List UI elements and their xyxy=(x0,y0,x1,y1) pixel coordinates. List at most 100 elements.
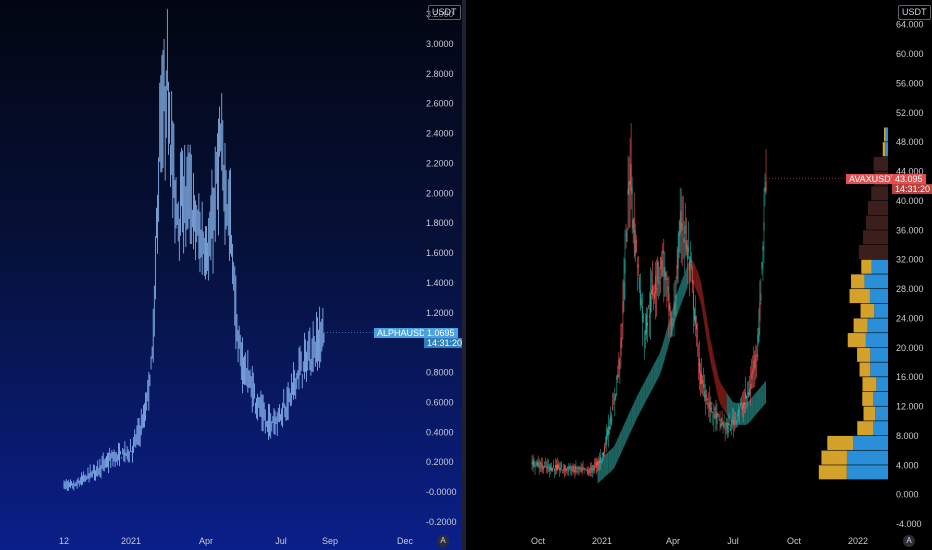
left-y-tick-label: 0.8000 xyxy=(426,368,454,378)
ribbon-segment xyxy=(757,387,761,413)
right-candle-body xyxy=(684,225,686,234)
right-auto-scale-button[interactable]: A xyxy=(903,535,915,547)
volume-profile-sell-bar xyxy=(857,347,871,362)
right-candle-body xyxy=(739,404,741,406)
volume-profile-buy-bar xyxy=(873,391,888,406)
right-candle-body xyxy=(552,466,554,468)
right-candle-body xyxy=(719,419,721,421)
ribbon-segment xyxy=(704,301,708,342)
right-candle-body xyxy=(610,416,612,425)
right-candle-body xyxy=(733,419,735,426)
right-candle-body xyxy=(759,302,761,322)
right-candle-body xyxy=(696,324,698,330)
right-candle-body xyxy=(749,388,751,395)
right-y-tick-label: 12.000 xyxy=(896,402,924,412)
left-auto-scale-button[interactable]: A xyxy=(437,535,449,547)
right-candle-body xyxy=(679,219,681,236)
right-candle-body xyxy=(583,468,585,469)
right-candle-body xyxy=(660,257,662,269)
right-candle-body xyxy=(711,402,713,405)
volume-profile-buy-bar xyxy=(873,421,888,436)
right-candle-body xyxy=(653,295,655,296)
right-candle-body xyxy=(602,452,604,455)
right-candle-body xyxy=(619,362,621,364)
right-candle-body xyxy=(665,273,667,276)
right-candle-body xyxy=(605,443,607,446)
volume-profile-sell-bar xyxy=(853,318,868,333)
volume-profile-sell-bar xyxy=(847,333,866,348)
right-candle-body xyxy=(683,237,685,243)
right-candle-body xyxy=(688,261,690,270)
right-candle-body xyxy=(743,402,745,409)
right-candle-body xyxy=(714,407,716,411)
right-candle-body xyxy=(573,470,575,473)
right-candle-body xyxy=(671,324,673,337)
volume-profile-sell-bar xyxy=(827,435,854,450)
right-candle-body xyxy=(615,393,617,397)
volume-profile-buy-bar xyxy=(846,465,888,480)
right-candle-body xyxy=(687,247,689,253)
right-candle-body xyxy=(650,293,652,314)
volume-profile-buy-bar xyxy=(865,333,888,348)
ribbon-segment xyxy=(763,380,766,407)
right-candle-body xyxy=(761,262,763,269)
ribbon-segment xyxy=(631,402,635,431)
volume-profile-sell-bar xyxy=(860,303,875,318)
volume-profile-buy-bar xyxy=(875,406,888,421)
ribbon-segment xyxy=(695,267,699,296)
ribbon-segment xyxy=(608,448,612,474)
right-candle-body xyxy=(591,465,593,472)
right-candle-body xyxy=(710,407,712,412)
ribbon-segment xyxy=(701,283,705,324)
ribbon-segment xyxy=(678,280,682,310)
right-candle-body xyxy=(642,317,644,319)
right-candle-body xyxy=(544,463,546,464)
right-x-tick-label: 2021 xyxy=(592,536,612,546)
left-chart-svg[interactable]: 3.20003.00002.80002.60002.40002.20002.00… xyxy=(0,0,462,550)
right-candle-body xyxy=(718,415,720,417)
volume-profile-sell-bar xyxy=(863,406,876,421)
ribbon-segment xyxy=(751,394,755,420)
right-candle-body xyxy=(699,358,701,373)
right-unit-tag[interactable]: USDT xyxy=(898,5,931,20)
right-candle-body xyxy=(625,234,627,236)
right-candle-body xyxy=(763,222,765,231)
left-chart-panel[interactable]: 3.2000 3.0000 2.8000 2.6000 2.4000 2.2000 2.00… xyxy=(0,0,462,550)
right-candle-body xyxy=(729,428,731,431)
volume-profile-sell-bar xyxy=(884,127,886,142)
right-candle-body xyxy=(663,267,665,277)
right-candle-body xyxy=(594,463,596,464)
right-candle-body xyxy=(764,187,766,192)
volume-profile-sell-bar xyxy=(862,391,874,406)
right-candle-body xyxy=(568,466,570,472)
right-candle-body xyxy=(651,289,653,294)
right-candle-body xyxy=(675,294,677,299)
right-chart-panel[interactable]: 64.000 60.000 56.000 52.000 48.000 44.000 40.0… xyxy=(466,0,932,550)
right-candle-body xyxy=(574,466,576,472)
right-y-tick-label: 40.000 xyxy=(896,196,924,206)
right-candle-body xyxy=(587,469,589,475)
right-candle-body xyxy=(581,468,583,473)
right-candle-body xyxy=(702,380,704,384)
volume-profile-buy-bar xyxy=(876,377,888,392)
volume-profile-sell-bar xyxy=(882,142,886,157)
right-candle-body xyxy=(593,465,595,470)
left-y-tick-label: 3.0000 xyxy=(426,39,454,49)
left-unit-tag[interactable]: USDT xyxy=(428,5,461,20)
right-candle-body xyxy=(578,466,580,470)
right-candle-body xyxy=(634,230,636,256)
right-candle-body xyxy=(572,465,574,470)
right-candle-body xyxy=(597,462,599,465)
right-candle-body xyxy=(713,414,715,418)
right-chart-svg[interactable]: 64.00060.00056.00052.00048.00044.00040.0… xyxy=(466,0,932,550)
volume-profile-sell-bar xyxy=(862,377,877,392)
right-candle-body xyxy=(716,413,718,425)
right-candle-body xyxy=(575,466,577,469)
right-candle-body xyxy=(727,422,729,434)
left-x-tick-label: 12 xyxy=(59,536,69,546)
right-candle-body xyxy=(753,360,755,371)
right-candle-body xyxy=(632,220,634,229)
right-candle-body xyxy=(630,164,632,191)
right-candle-body xyxy=(553,468,555,472)
volume-profile-sell-bar xyxy=(859,362,871,377)
